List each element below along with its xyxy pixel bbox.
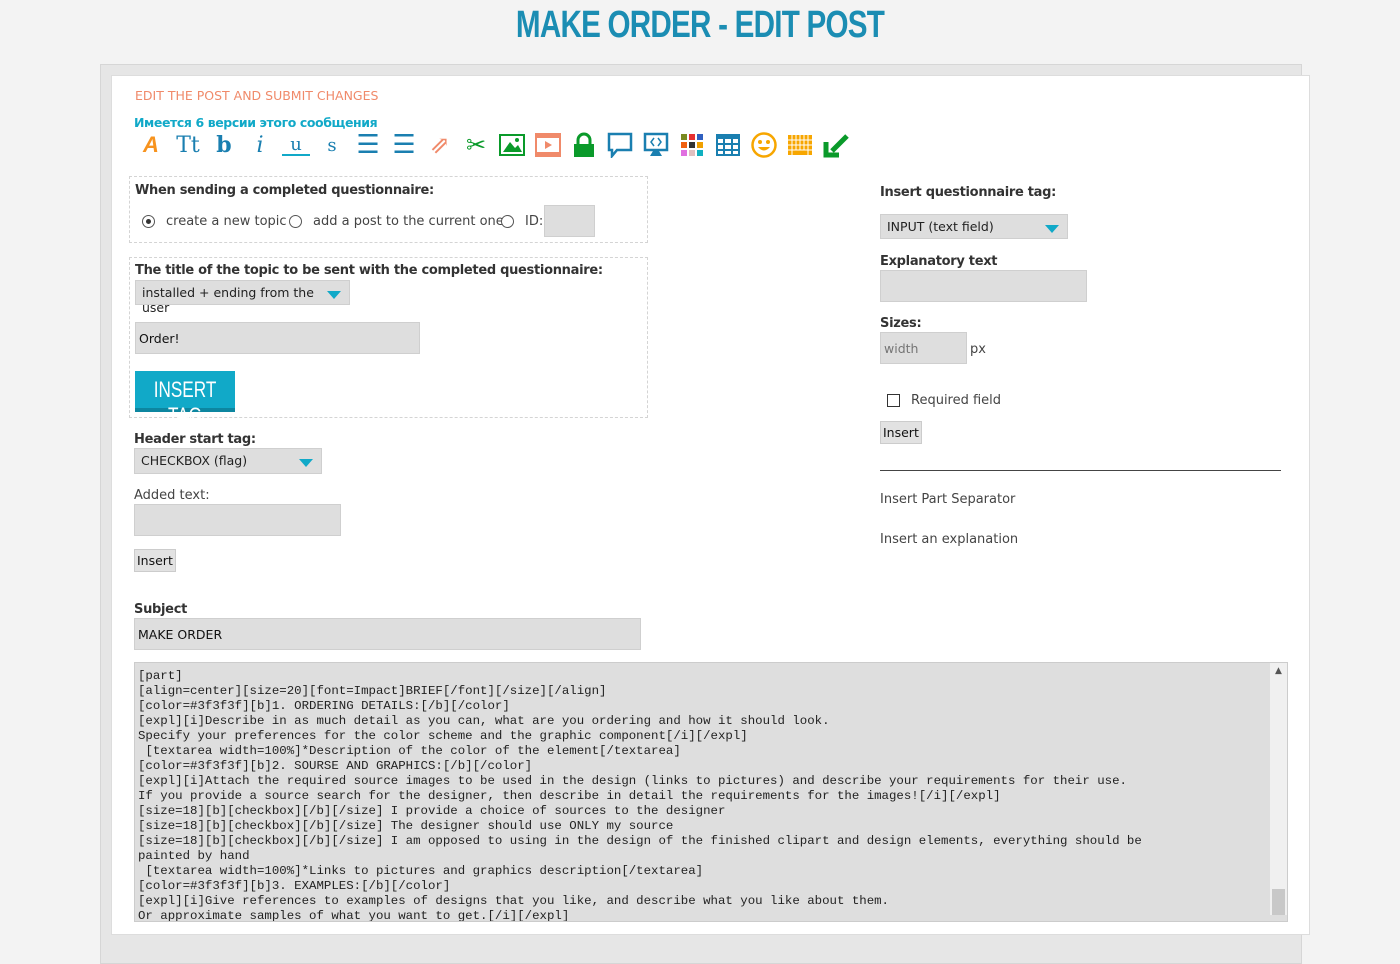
topic-title-input[interactable]: Order! xyxy=(135,322,420,354)
align-left-icon[interactable]: ☰ xyxy=(390,130,418,160)
page-title: MAKE ORDER - EDIT POST xyxy=(515,4,885,46)
width-input[interactable] xyxy=(880,332,967,364)
arrow-down-left-icon[interactable] xyxy=(822,131,850,159)
added-text-input[interactable] xyxy=(134,504,341,536)
code-icon[interactable] xyxy=(642,131,670,159)
strikethrough-icon[interactable]: s xyxy=(318,131,346,159)
post-body-textarea[interactable]: [part] [align=center][size=20][font=Impa… xyxy=(134,662,1288,922)
editor-scrollbar[interactable]: ▲ xyxy=(1270,663,1287,915)
select-value: CHECKBOX (flag) xyxy=(141,453,248,468)
smiley-icon[interactable] xyxy=(750,131,778,159)
video-icon[interactable] xyxy=(534,131,562,159)
radio-add-post[interactable] xyxy=(289,215,302,228)
underline-icon[interactable]: u xyxy=(282,134,310,156)
chevron-down-icon xyxy=(299,459,313,467)
added-text-label: Added text: xyxy=(134,488,210,503)
cut-icon[interactable]: ✂ xyxy=(462,131,490,159)
radio-id[interactable] xyxy=(501,215,514,228)
topic-title-select[interactable]: installed + ending from the user xyxy=(135,280,350,315)
sizes-label: Sizes: xyxy=(880,316,922,331)
insert-button[interactable]: Insert xyxy=(134,549,176,572)
px-unit: px xyxy=(970,342,986,357)
select-value: INPUT (text field) xyxy=(887,219,994,234)
bold-icon[interactable]: b xyxy=(210,131,238,159)
chevron-down-icon xyxy=(1045,225,1059,233)
questionnaire-tag-select[interactable]: INPUT (text field) xyxy=(880,214,1068,239)
subject-label: Subject xyxy=(134,602,188,617)
insert-tag-right-button[interactable]: Insert xyxy=(880,421,922,444)
required-field-label: Required field xyxy=(911,393,1002,408)
radio-label: add a post to the current one xyxy=(313,214,504,229)
table-icon[interactable] xyxy=(714,131,742,159)
radio-label: create a new topic xyxy=(166,214,287,229)
insert-explanation-link[interactable]: Insert an explanation xyxy=(880,532,1018,547)
topic-label: The title of the topic to be sent with t… xyxy=(135,263,603,278)
insert-part-separator-link[interactable]: Insert Part Separator xyxy=(880,492,1015,507)
color-palette-icon[interactable] xyxy=(678,131,706,159)
scrollbar-thumb[interactable] xyxy=(1272,889,1285,915)
questionnaire-tag-label: Insert questionnaire tag: xyxy=(880,185,1056,200)
insert-tag-label: INSERT TAG xyxy=(153,377,217,428)
required-field-checkbox[interactable] xyxy=(887,394,900,407)
link-icon[interactable]: ⇗ xyxy=(426,131,454,159)
scroll-up-icon[interactable]: ▲ xyxy=(1270,666,1287,676)
chevron-down-icon xyxy=(327,291,341,299)
image-icon[interactable] xyxy=(498,131,526,159)
keyboard-icon[interactable] xyxy=(786,131,814,159)
subject-input[interactable]: MAKE ORDER xyxy=(134,618,641,650)
explanatory-text-input[interactable] xyxy=(880,270,1087,302)
quote-icon[interactable] xyxy=(606,131,634,159)
divider xyxy=(880,470,1281,471)
send-label: When sending a completed questionnaire: xyxy=(135,183,434,198)
radio-create-topic[interactable] xyxy=(142,215,155,228)
header-tag-select[interactable]: CHECKBOX (flag) xyxy=(134,448,322,474)
lock-icon[interactable] xyxy=(570,131,598,159)
font-color-icon[interactable]: A xyxy=(137,131,165,159)
explanatory-text-label: Explanatory text xyxy=(880,254,998,269)
font-size-icon[interactable]: Tt xyxy=(174,131,202,159)
insert-tag-button[interactable]: INSERT TAG xyxy=(135,371,235,428)
versions-link[interactable]: Имеется 6 версии этого сообщения xyxy=(134,115,378,130)
italic-icon[interactable]: i xyxy=(246,131,274,159)
align-center-icon[interactable]: ☰ xyxy=(354,130,382,160)
section-title: EDIT THE POST AND SUBMIT CHANGES xyxy=(135,88,379,103)
header-tag-label: Header start tag: xyxy=(134,432,256,447)
radio-label: ID: xyxy=(525,214,544,229)
id-input[interactable] xyxy=(544,205,595,237)
